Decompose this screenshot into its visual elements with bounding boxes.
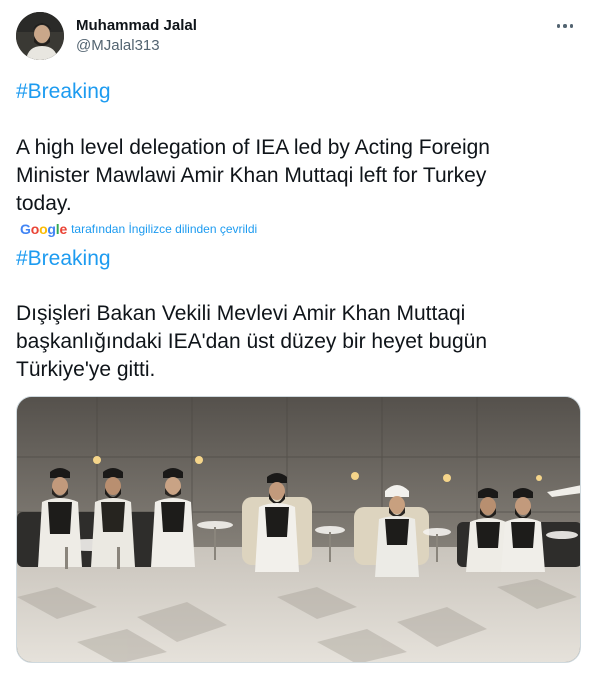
avatar-image [16, 12, 64, 60]
tweet-text-original: A high level delegation of IEA led by Ac… [16, 134, 576, 218]
delegation-photo [17, 397, 580, 662]
tweet-text-line: A high level delegation of IEA led by Ac… [16, 136, 490, 159]
hashtag-breaking-translated[interactable]: #Breaking [16, 245, 576, 273]
more-options-icon[interactable] [553, 14, 577, 38]
translation-attribution[interactable]: Google tarafından İngilizce dilinden çev… [20, 220, 257, 238]
tweet-photo[interactable] [16, 396, 581, 663]
tweet-text-line: Minister Mawlawi Amir Khan Muttaqi left … [16, 164, 487, 187]
hashtag-breaking[interactable]: #Breaking [16, 78, 576, 106]
tweet-header: Muhammad Jalal @MJalal313 [16, 12, 581, 62]
author-display-name[interactable]: Muhammad Jalal [76, 16, 197, 36]
tweet-text-translated: Dışişleri Bakan Vekili Mevlevi Amir Khan… [16, 300, 576, 384]
tweet-text-line: Dışişleri Bakan Vekili Mevlevi Amir Khan… [16, 302, 466, 325]
tweet-text-line: başkanlığındaki IEA'dan üst düzey bir he… [16, 330, 487, 353]
tweet-text-line: Türkiye'ye gitti. [16, 358, 156, 381]
google-logo: Google [20, 221, 68, 237]
avatar[interactable] [16, 12, 64, 60]
tweet-text-line: today. [16, 192, 72, 215]
translation-note: tarafından İngilizce dilinden çevrildi [71, 222, 258, 236]
author-handle[interactable]: @MJalal313 [76, 36, 197, 56]
